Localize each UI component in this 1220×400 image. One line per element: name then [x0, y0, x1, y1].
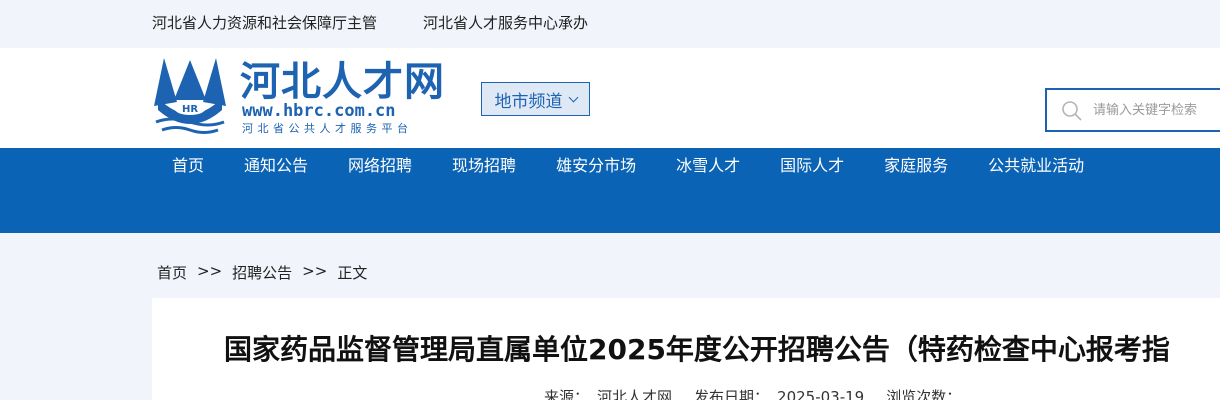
date-value: 2025-03-19 — [777, 388, 865, 400]
breadcrumb-current: 正文 — [337, 264, 368, 282]
site-header: HR 河北人才网 www.hbrc.com.cn 河北省公共人才服务平台 地市频… — [0, 48, 1220, 148]
city-channel-label: 地市频道 — [494, 91, 563, 112]
breadcrumb-separator: >> — [302, 262, 328, 280]
main-nav: 首页 通知公告 网络招聘 现场招聘 雄安分市场 冰雪人才 国际人才 家庭服务 公… — [0, 148, 1220, 233]
nav-item-household[interactable]: 家庭服务 — [864, 148, 968, 184]
organizer-text: 河北省人才服务中心承办 — [423, 14, 589, 32]
nav-item-home[interactable]: 首页 — [152, 148, 224, 184]
source-value: 河北人才网 — [597, 388, 673, 400]
site-logo[interactable]: HR 河北人才网 www.hbrc.com.cn 河北省公共人才服务平台 — [152, 58, 452, 136]
chevron-down-icon — [568, 92, 578, 103]
article-meta: 来源： 河北人才网 发布日期： 2025-03-19 浏览次数： — [544, 386, 961, 400]
nav-item-onsite-recruitment[interactable]: 现场招聘 — [432, 148, 536, 184]
search-input[interactable] — [1093, 98, 1220, 122]
logo-name: 河北人才网 — [240, 59, 445, 105]
date-label: 发布日期： — [694, 388, 770, 400]
breadcrumb-home[interactable]: 首页 — [157, 262, 187, 283]
article-title: 国家药品监督管理局直属单位2025年度公开招聘公告（特药检查中心报考指 — [224, 333, 1170, 366]
breadcrumb-separator: >> — [197, 262, 223, 280]
logo-url: www.hbrc.com.cn — [242, 101, 396, 121]
search-icon[interactable] — [1061, 100, 1083, 122]
top-bar: 河北省人力资源和社会保障厅主管 河北省人才服务中心承办 — [0, 0, 1220, 48]
logo-emblem-text: HR — [182, 104, 198, 115]
source-label: 来源： — [544, 388, 590, 400]
breadcrumb-recruitment-notices[interactable]: 招聘公告 — [232, 262, 292, 283]
nav-item-notices[interactable]: 通知公告 — [224, 148, 328, 184]
logo-emblem-icon: HR — [154, 58, 226, 134]
city-channel-dropdown[interactable]: 地市频道 — [481, 82, 590, 116]
supervisor-text: 河北省人力资源和社会保障厅主管 — [152, 14, 378, 32]
nav-item-public-employment[interactable]: 公共就业活动 — [968, 148, 1104, 184]
search-box[interactable] — [1045, 88, 1220, 132]
nav-item-online-recruitment[interactable]: 网络招聘 — [328, 148, 432, 184]
article-panel: 国家药品监督管理局直属单位2025年度公开招聘公告（特药检查中心报考指 来源： 河… — [152, 298, 1220, 400]
logo-tagline: 河北省公共人才服务平台 — [242, 122, 413, 135]
nav-item-international[interactable]: 国际人才 — [760, 148, 864, 184]
nav-item-xiongan[interactable]: 雄安分市场 — [536, 148, 656, 184]
views-label: 浏览次数： — [886, 388, 962, 400]
breadcrumb: 首页 >> 招聘公告 >> 正文 — [157, 262, 367, 283]
nav-item-ice-snow[interactable]: 冰雪人才 — [656, 148, 760, 184]
